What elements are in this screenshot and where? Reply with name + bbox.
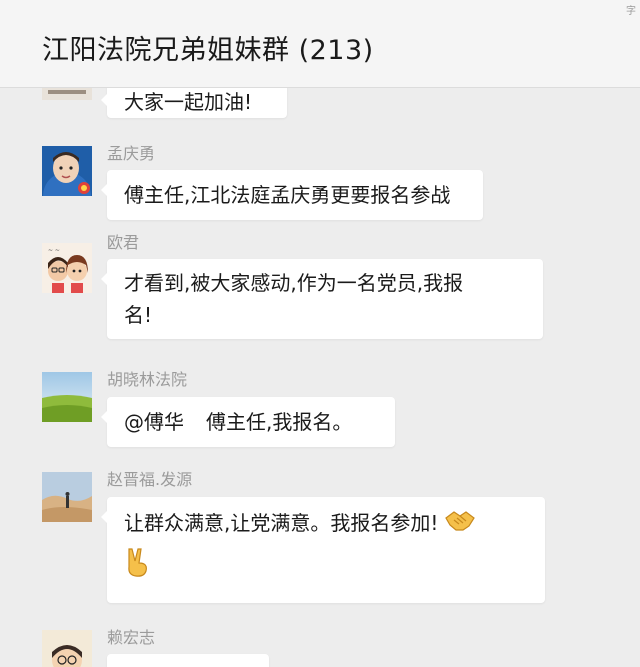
chat-title: 江阳法院兄弟姐妹群 (213) — [42, 35, 374, 66]
message-bubble[interactable]: 让群众满意,让党满意。我报名参加! — [101, 497, 545, 603]
corner-mark: 字 — [626, 6, 636, 17]
message-text: 大家一起加油! — [124, 90, 253, 114]
message-text: 傅主任,我报名。 — [206, 410, 353, 434]
cartoon-couple-avatar-icon[interactable]: ~ ~ — [42, 243, 92, 293]
message-text-line: 才看到,被大家感动,作为一名党员,我报 — [124, 271, 464, 295]
message-bubble[interactable]: ★★★ — [107, 654, 269, 667]
chat-header: 江阳法院兄弟姐妹群 (213) 字 — [0, 0, 640, 88]
avatar-partial-icon[interactable] — [42, 88, 92, 100]
message-text: 傅主任,江北法庭孟庆勇更要报名参战 — [124, 183, 451, 207]
sender-name: 赵晋福.发源 — [107, 470, 193, 489]
message-bubble[interactable]: @傅华 傅主任,我报名。 — [101, 397, 395, 447]
message-bubble[interactable]: 傅主任,江北法庭孟庆勇更要报名参战 — [101, 170, 483, 220]
desert-avatar-icon[interactable] — [42, 472, 92, 522]
svg-text:~ ~: ~ ~ — [48, 247, 60, 254]
message-bubble[interactable]: 大家一起加油! — [101, 88, 287, 118]
message-text: 让群众满意,让党满意。我报名参加! — [124, 511, 439, 535]
grassland-avatar-icon[interactable] — [42, 372, 92, 422]
mention-link[interactable]: @傅华 — [124, 410, 184, 434]
message-bubble[interactable]: 才看到,被大家感动,作为一名党员,我报 名! — [101, 259, 543, 339]
sender-name: 胡晓林法院 — [107, 370, 188, 389]
handshake-emoji — [444, 508, 475, 541]
message-list[interactable]: 大家一起加油! 孟庆勇 傅主任,江北法庭孟庆勇更要报名参战 ~ ~ 欧君 才看到… — [0, 88, 640, 667]
sender-name: 赖宏志 — [107, 628, 156, 647]
child-photo-avatar-icon[interactable] — [42, 146, 92, 196]
cartoon-avatar-icon[interactable] — [42, 630, 92, 667]
sender-name: 欧君 — [107, 233, 140, 252]
message-text-line: 名! — [124, 303, 153, 327]
victory-hand-emoji — [124, 547, 152, 586]
sender-name: 孟庆勇 — [107, 144, 156, 163]
